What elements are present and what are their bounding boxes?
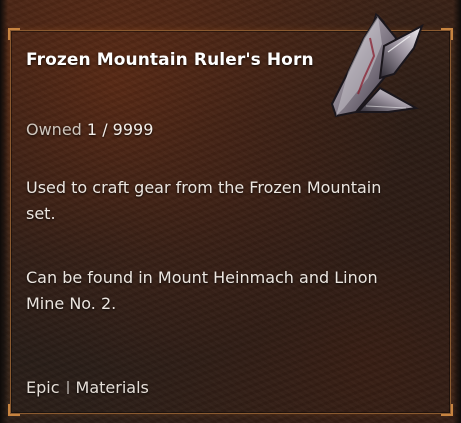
item-footer: Epic Materials	[26, 378, 149, 397]
edge-shadow-left	[0, 0, 8, 423]
frame-corner	[441, 404, 453, 416]
footer-separator	[66, 381, 69, 394]
owned-label: Owned	[26, 120, 82, 139]
item-description-location: Can be found in Mount Heinmach and Linon…	[26, 268, 378, 313]
owned-count: 1 / 9999	[86, 120, 154, 139]
frozen-horn-icon	[330, 12, 424, 118]
frame-corner	[441, 28, 453, 40]
item-description-craft: Used to craft gear from the Frozen Mount…	[26, 178, 382, 223]
edge-shadow-right	[453, 0, 461, 423]
frame-corner	[8, 28, 20, 40]
frame-corner	[8, 404, 20, 416]
item-tooltip: Frozen Mountain Ruler's Horn Owned 1 / 9…	[0, 0, 461, 423]
item-name: Frozen Mountain Ruler's Horn	[26, 50, 314, 70]
owned-line: Owned 1 / 9999	[26, 120, 153, 139]
category-label: Materials	[75, 378, 149, 397]
rarity-label: Epic	[26, 378, 60, 397]
